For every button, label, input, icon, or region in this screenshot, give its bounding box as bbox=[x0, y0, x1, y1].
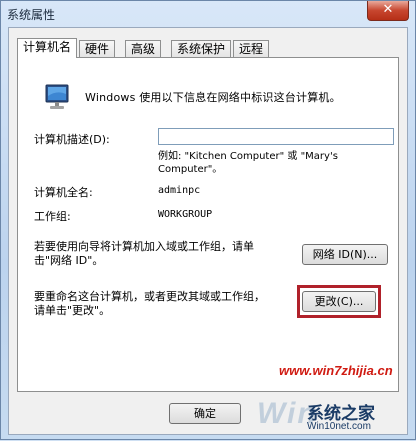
text-line: 击"网络 ID"。 bbox=[34, 254, 104, 267]
text-line: 若要使用向导将计算机加入域或工作组，请单 bbox=[34, 240, 254, 253]
example-line: 例如: "Kitchen Computer" 或 "Mary's bbox=[158, 151, 338, 162]
tab-system-protection[interactable]: 系统保护 bbox=[171, 40, 232, 57]
watermark-brand-url: Win10net.com bbox=[307, 421, 371, 432]
window-title: 系统属性 bbox=[7, 8, 56, 22]
workgroup-label: 工作组: bbox=[34, 210, 71, 223]
workgroup-value: WORKGROUP bbox=[158, 209, 213, 220]
tab-label: 远程 bbox=[239, 42, 264, 56]
description-input[interactable] bbox=[158, 128, 394, 145]
close-button[interactable]: ✕ bbox=[367, 1, 409, 21]
tab-label: 系统保护 bbox=[177, 42, 226, 56]
tab-hardware[interactable]: 硬件 bbox=[79, 40, 116, 57]
full-name-label: 计算机全名: bbox=[34, 186, 93, 199]
rename-description: 要重命名这台计算机，或者更改其域或工作组， 请单击"更改"。 bbox=[34, 290, 296, 318]
tab-advanced[interactable]: 高级 bbox=[125, 40, 162, 57]
close-icon: ✕ bbox=[382, 2, 394, 17]
full-name-value: adminpc bbox=[158, 185, 201, 196]
computer-monitor-icon bbox=[45, 84, 69, 109]
network-id-button[interactable]: 网络 ID(N)... bbox=[302, 244, 388, 265]
intro-text: Windows 使用以下信息在网络中标识这台计算机。 bbox=[85, 91, 341, 104]
network-id-description: 若要使用向导将计算机加入域或工作组，请单 击"网络 ID"。 bbox=[34, 240, 296, 268]
description-label: 计算机描述(D): bbox=[34, 133, 110, 146]
system-properties-window: 系统属性 ✕ 计算机名 硬件 高级 系统保护 远程 Windows 使用以下信息… bbox=[0, 0, 416, 440]
title-bar[interactable]: 系统属性 ✕ bbox=[1, 1, 415, 27]
text-line: 要重命名这台计算机，或者更改其域或工作组， bbox=[34, 290, 265, 303]
example-line: Computer"。 bbox=[158, 164, 223, 175]
watermark-logo: Win 系统之家 Win10net.com bbox=[251, 389, 411, 441]
computer-name-panel: Windows 使用以下信息在网络中标识这台计算机。 计算机描述(D): 例如:… bbox=[17, 57, 399, 392]
tab-label: 硬件 bbox=[85, 42, 110, 56]
text-line: 请单击"更改"。 bbox=[34, 304, 111, 317]
tab-computer-name[interactable]: 计算机名 bbox=[17, 38, 78, 58]
tab-label: 计算机名 bbox=[23, 40, 72, 54]
tab-label: 高级 bbox=[131, 42, 156, 56]
ok-button[interactable]: 确定 bbox=[169, 403, 241, 424]
description-example: 例如: "Kitchen Computer" 或 "Mary's Compute… bbox=[158, 150, 394, 176]
watermark-site: www.win7zhijia.cn bbox=[279, 363, 393, 378]
tab-remote[interactable]: 远程 bbox=[233, 40, 270, 57]
change-button[interactable]: 更改(C)... bbox=[302, 291, 376, 312]
